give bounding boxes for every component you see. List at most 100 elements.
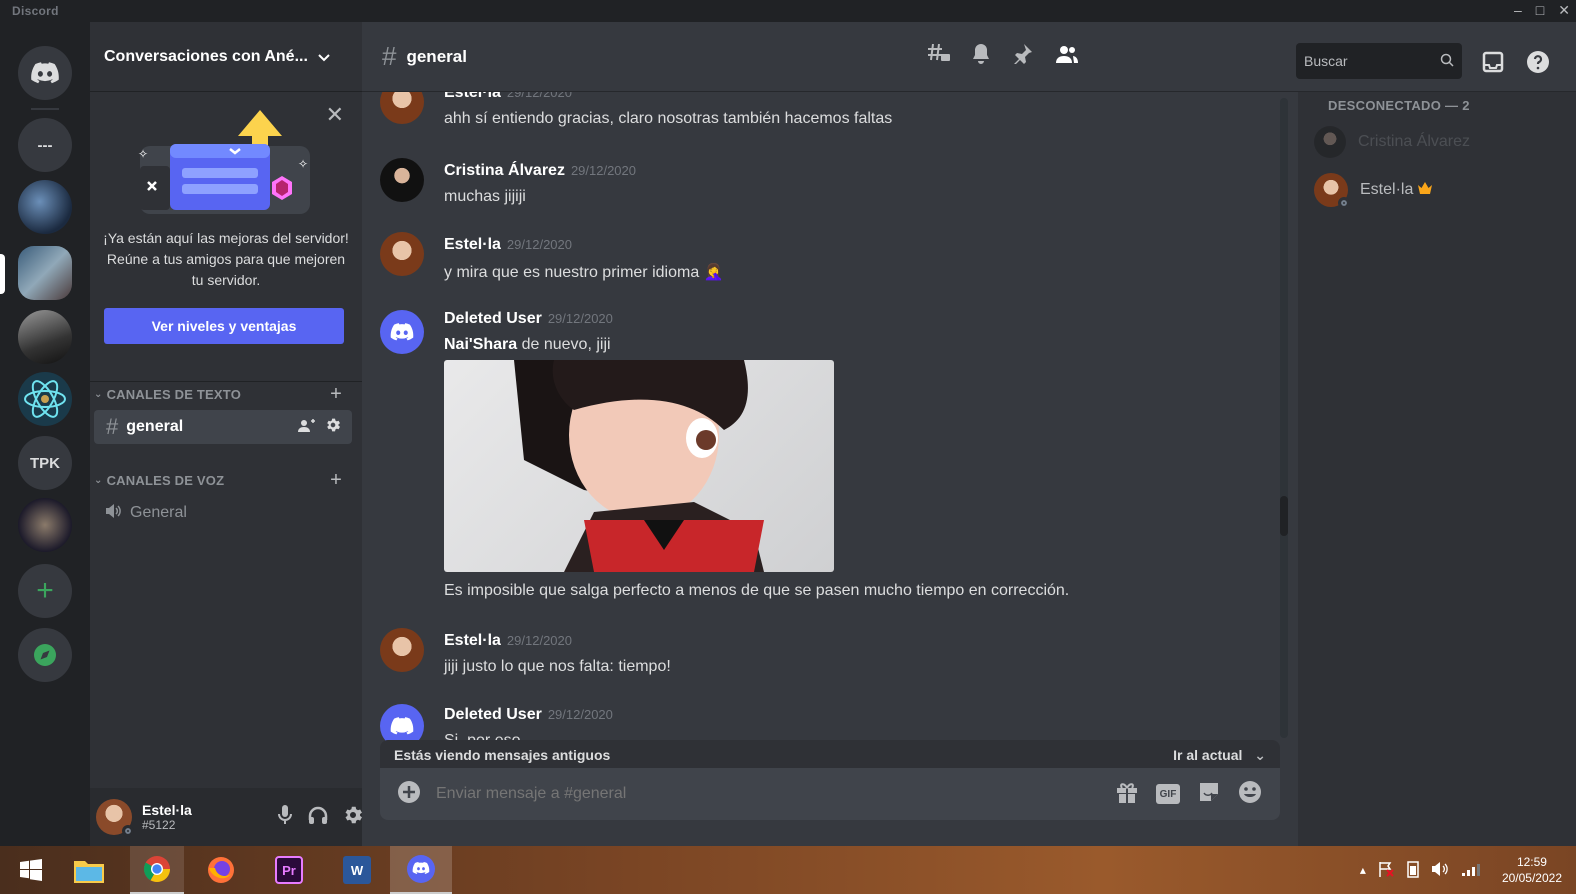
inbox-icon[interactable] xyxy=(1482,51,1504,78)
server-header[interactable]: Conversaciones con Ané... xyxy=(90,22,362,92)
user-panel: Estel·la #5122 xyxy=(90,788,362,846)
boost-tiers-button[interactable]: Ver niveles y ventajas xyxy=(104,308,344,344)
category-text-channels[interactable]: ⌄ CANALES DE TEXTO + xyxy=(90,383,362,406)
facepalm-emoji: 🤦‍♀️ xyxy=(703,264,724,281)
explore-servers-button[interactable] xyxy=(18,628,72,682)
member-item[interactable]: Cristina Álvarez xyxy=(1314,120,1564,164)
message-author[interactable]: Estel·la xyxy=(444,236,501,253)
server-icon-placeholder[interactable]: --- xyxy=(18,118,72,172)
members-list-icon[interactable] xyxy=(1054,45,1078,68)
voice-channel-general[interactable]: General xyxy=(94,496,352,530)
tray-battery-icon[interactable] xyxy=(1406,860,1420,881)
search-placeholder: Buscar xyxy=(1304,53,1348,69)
minimize-button[interactable]: – xyxy=(1514,2,1522,19)
add-server-button[interactable]: + xyxy=(18,564,72,618)
member-item[interactable]: Estel·la xyxy=(1314,168,1564,212)
scrollbar-track[interactable] xyxy=(1280,98,1288,738)
invite-icon[interactable] xyxy=(298,418,316,436)
message-timestamp: 29/12/2020 xyxy=(547,707,613,722)
user-settings-gear-icon[interactable] xyxy=(344,806,362,829)
server-icon-tpk[interactable]: TPK xyxy=(18,436,72,490)
category-voice-channels[interactable]: ⌄ CANALES DE VOZ + xyxy=(90,469,362,492)
clock-time: 12:59 xyxy=(1516,855,1547,869)
chat-area: # general Estel·la 29/12/2020 ahh sí enti… xyxy=(362,22,1298,846)
add-attachment-icon[interactable] xyxy=(398,780,420,808)
scrollbar-thumb[interactable] xyxy=(1280,496,1288,536)
message-author[interactable]: Cristina Álvarez xyxy=(444,162,565,179)
avatar[interactable] xyxy=(380,92,424,124)
create-channel-icon[interactable]: + xyxy=(330,383,342,406)
word-icon[interactable]: W xyxy=(330,846,384,894)
firefox-icon[interactable] xyxy=(194,846,248,894)
avatar[interactable] xyxy=(380,310,424,354)
bell-icon[interactable] xyxy=(972,44,990,69)
category-label: CANALES DE TEXTO xyxy=(106,386,242,402)
message-author[interactable]: Estel·la xyxy=(444,632,501,649)
plus-icon: + xyxy=(36,574,54,607)
member-name: Estel·la xyxy=(1360,181,1414,198)
tray-volume-icon[interactable] xyxy=(1431,861,1450,880)
server-icon-concert[interactable] xyxy=(18,180,72,234)
compass-icon xyxy=(34,644,56,666)
discord-taskbar-icon[interactable] xyxy=(390,846,452,894)
server-icon-current[interactable] xyxy=(18,246,72,300)
username: Estel·la xyxy=(142,802,192,818)
close-window-button[interactable]: ✕ xyxy=(1558,2,1570,19)
guild-divider xyxy=(31,108,59,110)
message-author[interactable]: Deleted User xyxy=(444,310,542,327)
message-author[interactable]: Deleted User xyxy=(444,706,542,723)
avatar[interactable] xyxy=(380,628,424,672)
microphone-icon[interactable] xyxy=(278,804,292,830)
channel-general[interactable]: # general xyxy=(94,410,352,444)
channel-name: general xyxy=(126,418,184,435)
message-body: de nuevo, jiji xyxy=(517,336,611,353)
windows-start-icon[interactable] xyxy=(0,846,62,894)
windows-taskbar: Pr W ▴ 12:59 20/05/2022 xyxy=(0,846,1576,894)
gif-icon[interactable]: GIF xyxy=(1156,784,1180,804)
message-timestamp: 29/12/2020 xyxy=(570,163,637,178)
headphones-icon[interactable] xyxy=(308,806,328,829)
avatar[interactable] xyxy=(380,232,424,276)
emoji-icon[interactable] xyxy=(1238,780,1262,809)
message-mention: Nai'Shara xyxy=(444,336,518,353)
maximize-button[interactable]: □ xyxy=(1536,2,1544,19)
atom-icon xyxy=(24,380,66,418)
jump-to-present-button[interactable]: Ir al actual ⌄ xyxy=(1173,747,1266,764)
system-tray: ▴ 12:59 20/05/2022 xyxy=(1360,854,1576,886)
file-explorer-icon[interactable] xyxy=(62,846,116,894)
header-toolbar xyxy=(928,43,1078,69)
tray-flag-icon[interactable] xyxy=(1378,861,1394,880)
server-initials: TPK xyxy=(30,454,60,472)
help-icon[interactable] xyxy=(1526,50,1550,79)
close-icon[interactable]: ✕ xyxy=(326,102,344,128)
message-author[interactable]: Estel·la xyxy=(444,92,501,101)
image-attachment[interactable] xyxy=(444,360,834,572)
message-input[interactable] xyxy=(436,785,1116,803)
premiere-icon[interactable]: Pr xyxy=(262,846,316,894)
gift-icon[interactable] xyxy=(1116,781,1138,808)
message-text: y mira que es nuestro primer idioma 🤦‍♀️ xyxy=(444,262,724,282)
server-icon-spaceship[interactable] xyxy=(18,310,72,364)
pin-icon[interactable] xyxy=(1012,44,1032,69)
threads-icon[interactable] xyxy=(928,43,950,69)
server-icon-creature[interactable] xyxy=(18,498,72,552)
home-button[interactable] xyxy=(18,46,72,100)
avatar[interactable] xyxy=(380,158,424,202)
chevron-down-icon: ⌄ xyxy=(1254,746,1266,763)
svg-text:✧: ✧ xyxy=(298,157,308,171)
avatar[interactable] xyxy=(380,704,424,742)
search-input[interactable]: Buscar xyxy=(1296,43,1462,79)
message-timestamp: 29/12/2020 xyxy=(506,237,572,252)
server-boost-promo: ✕ ✧ ✧ ¡Ya están aquí las mejoras del ser… xyxy=(90,92,362,382)
tray-signal-icon[interactable] xyxy=(1461,862,1480,879)
avatar[interactable] xyxy=(96,799,134,837)
create-channel-icon[interactable]: + xyxy=(330,469,342,492)
sticker-icon[interactable] xyxy=(1198,781,1220,808)
chrome-icon[interactable] xyxy=(130,846,184,894)
server-icon-atom[interactable] xyxy=(18,372,72,426)
tray-chevron-up-icon[interactable]: ▴ xyxy=(1360,863,1366,877)
character-illustration xyxy=(514,360,764,572)
gear-icon[interactable] xyxy=(326,418,340,437)
clock[interactable]: 12:59 20/05/2022 xyxy=(1502,854,1562,886)
message-text: ahh sí entiendo gracias, claro nosotras … xyxy=(444,110,893,127)
